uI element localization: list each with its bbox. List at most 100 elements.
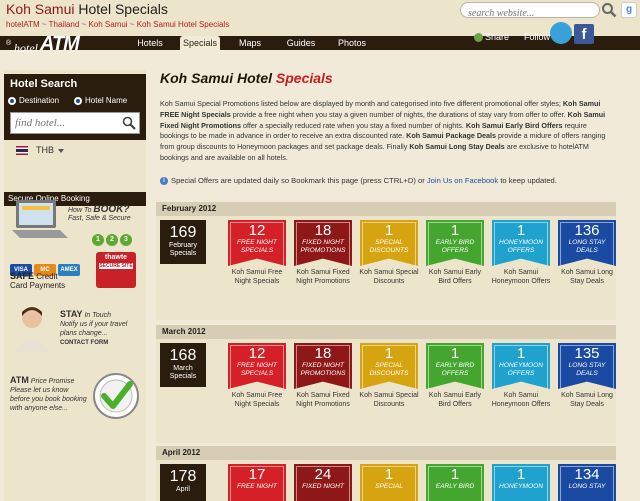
thai-flag-icon xyxy=(16,146,28,155)
facebook-icon[interactable]: f xyxy=(574,24,594,44)
breadcrumb-thailand[interactable]: Thailand xyxy=(49,20,80,29)
offer-category[interactable]: 18 FIXED NIGHT PROMOTIONS Koh Samui Fixed … xyxy=(294,343,352,409)
offer-count: 12 xyxy=(248,222,266,239)
offer-count: 17 xyxy=(248,466,266,483)
offer-caption-link[interactable]: Koh Samui Free Night Specials xyxy=(224,391,290,409)
offer-caption-link[interactable]: Koh Samui Honeymoon Offers xyxy=(488,391,554,409)
offer-category[interactable]: 134 LONG STAY xyxy=(558,464,616,501)
offer-category[interactable]: 1 HONEYMOON OFFERS Koh Samui Honeymoon Off… xyxy=(492,220,550,286)
offer-label: EARLY BIRD xyxy=(435,483,475,490)
offer-flag-tile[interactable]: 18 FIXED NIGHT PROMOTIONS xyxy=(294,220,352,266)
nav-specials[interactable]: Specials xyxy=(180,36,220,50)
offer-flag-tile[interactable]: 136 LONG STAY DEALS xyxy=(558,220,616,266)
offer-category[interactable]: 1 HONEYMOON xyxy=(492,464,550,501)
offer-category[interactable]: 1 SPECIAL DISCOUNTS Koh Samui Special Disc… xyxy=(359,220,419,286)
offer-category[interactable]: 1 HONEYMOON OFFERS Koh Samui Honeymoon Off… xyxy=(492,343,550,409)
offer-category[interactable]: 1 SPECIAL DISCOUNTS Koh Samui Special Disc… xyxy=(359,343,419,409)
offer-caption-link[interactable]: Koh Samui Fixed Night Promotions xyxy=(290,268,356,286)
find-hotel-input[interactable] xyxy=(15,114,123,132)
offer-category[interactable]: 12 FREE NIGHT SPECIALS Koh Samui Free Nigh… xyxy=(228,343,286,409)
month-header: April 2012 xyxy=(156,446,616,460)
step-3-icon: 3 xyxy=(120,234,132,246)
nav-maps[interactable]: Maps xyxy=(232,36,268,50)
intro-highlight: Koh Samui Early Bird Offers xyxy=(465,120,563,130)
radio-destination[interactable]: Destination xyxy=(8,96,59,105)
month-total-button[interactable]: 169 February Specials xyxy=(160,220,206,264)
offer-caption-link[interactable]: Koh Samui Special Discounts xyxy=(356,391,422,409)
offer-flag-tile[interactable]: 1 HONEYMOON OFFERS xyxy=(492,343,550,389)
offer-caption-link[interactable]: Koh Samui Free Night Specials xyxy=(224,268,290,286)
offer-flag-tile[interactable]: 18 FIXED NIGHT PROMOTIONS xyxy=(294,343,352,389)
offer-category[interactable]: 1 EARLY BIRD xyxy=(426,464,484,501)
offer-flag-tile[interactable]: 1 HONEYMOON OFFERS xyxy=(492,220,550,266)
offer-category[interactable]: 17 FREE NIGHT xyxy=(228,464,286,501)
offer-label: FREE NIGHT SPECIALS xyxy=(237,239,277,254)
offer-count: 134 xyxy=(574,466,600,483)
offer-label: LONG STAY DEALS xyxy=(568,239,606,254)
month-total-label: March Specials xyxy=(169,365,197,380)
offer-category[interactable]: 12 FREE NIGHT SPECIALS Koh Samui Free Nigh… xyxy=(228,220,286,286)
currency-selector[interactable]: THB xyxy=(4,140,146,162)
offer-flag-tile[interactable]: 1 SPECIAL xyxy=(360,464,418,501)
offer-flag-tile[interactable]: 12 FREE NIGHT SPECIALS xyxy=(228,220,286,266)
offer-category[interactable]: 136 LONG STAY DEALS Koh Samui Long Stay De… xyxy=(558,220,616,286)
offer-category[interactable]: 1 SPECIAL xyxy=(360,464,418,501)
offer-category[interactable]: 1 EARLY BIRD OFFERS Koh Samui Early Bird O… xyxy=(426,220,484,286)
offer-category[interactable]: 18 FIXED NIGHT PROMOTIONS Koh Samui Fixed … xyxy=(294,220,352,286)
thawte-secure-site-badge[interactable]: thawte SECURE SITE xyxy=(96,252,136,288)
share-icon xyxy=(474,33,483,43)
offer-caption-link[interactable]: Koh Samui Fixed Night Promotions xyxy=(290,391,356,409)
offer-caption-link[interactable]: Koh Samui Early Bird Offers xyxy=(422,268,488,286)
offer-count: 24 xyxy=(314,466,332,483)
offer-flag-tile[interactable]: 135 LONG STAY DEALS xyxy=(558,343,616,389)
offer-count: 12 xyxy=(248,345,266,362)
offer-caption-link[interactable]: Koh Samui Honeymoon Offers xyxy=(488,268,554,286)
nav-guides[interactable]: Guides xyxy=(282,36,320,50)
google-plus-icon[interactable]: g xyxy=(621,2,637,18)
month-total-label: April xyxy=(175,486,190,493)
contact-form-link[interactable]: CONTACT FORM xyxy=(60,340,108,346)
offer-label: FREE NIGHT SPECIALS xyxy=(237,362,277,377)
offer-category[interactable]: 24 FIXED NIGHT xyxy=(294,464,352,501)
join-facebook-link[interactable]: Join Us on Facebook xyxy=(427,176,498,185)
nav-photos[interactable]: Photos xyxy=(334,36,370,50)
breadcrumb-koh-samui[interactable]: Koh Samui xyxy=(88,20,127,29)
offer-caption-link[interactable]: Koh Samui Long Stay Deals xyxy=(554,391,620,409)
offer-category[interactable]: 135 LONG STAY DEALS Koh Samui Long Stay De… xyxy=(558,343,616,409)
hotel-search-title: Hotel Search xyxy=(10,78,78,90)
offer-flag-tile[interactable]: 1 SPECIAL DISCOUNTS xyxy=(360,220,418,266)
search-website-input[interactable] xyxy=(468,6,588,21)
search-icon[interactable] xyxy=(601,2,617,18)
offer-count: 136 xyxy=(574,222,600,239)
step-2-icon: 2 xyxy=(106,234,118,246)
offer-caption-link[interactable]: Koh Samui Special Discounts xyxy=(356,268,422,286)
twitter-bird-icon[interactable] xyxy=(550,22,572,44)
radio-hotel-name[interactable]: Hotel Name xyxy=(74,96,127,105)
find-hotel-box xyxy=(10,112,140,134)
offer-flag-tile[interactable]: 12 FREE NIGHT SPECIALS xyxy=(228,343,286,389)
nav-hotels[interactable]: Hotels xyxy=(132,36,168,50)
offer-count: 1 xyxy=(450,466,460,483)
search-website-box xyxy=(460,2,600,21)
offer-flag-tile[interactable]: 134 LONG STAY xyxy=(558,464,616,501)
offer-flag-tile[interactable]: 24 FIXED NIGHT xyxy=(294,464,352,501)
breadcrumb-home[interactable]: hotelATM xyxy=(6,20,40,29)
offer-flag-tile[interactable]: 17 FREE NIGHT xyxy=(228,464,286,501)
offer-label: FIXED NIGHT xyxy=(302,483,344,490)
offer-flag-tile[interactable]: 1 EARLY BIRD xyxy=(426,464,484,501)
offer-flag-tile[interactable]: 1 EARLY BIRD OFFERS xyxy=(426,220,484,266)
offer-flag-tile[interactable]: 1 EARLY BIRD OFFERS xyxy=(426,343,484,389)
offer-caption-link[interactable]: Koh Samui Early Bird Offers xyxy=(422,391,488,409)
offer-category[interactable]: 1 EARLY BIRD OFFERS Koh Samui Early Bird O… xyxy=(426,343,484,409)
offer-flag-tile[interactable]: 1 SPECIAL DISCOUNTS xyxy=(360,343,418,389)
magnifier-icon[interactable] xyxy=(122,116,136,130)
month-total-button[interactable]: 168 March Specials xyxy=(160,343,206,387)
month-total-button[interactable]: 178 April xyxy=(160,464,206,501)
breadcrumb: hotelATM ~ Thailand ~ Koh Samui ~ Koh Sa… xyxy=(6,20,230,29)
intro-highlight: Koh Samui Package Deals xyxy=(406,131,497,141)
share-button[interactable]: Share xyxy=(474,30,509,44)
logo-reg: ® xyxy=(6,40,12,47)
offer-caption-link[interactable]: Koh Samui Long Stay Deals xyxy=(554,268,620,286)
offer-flag-tile[interactable]: 1 HONEYMOON xyxy=(492,464,550,501)
hotelatm-logo[interactable]: ® hotel ATM xyxy=(4,32,110,56)
